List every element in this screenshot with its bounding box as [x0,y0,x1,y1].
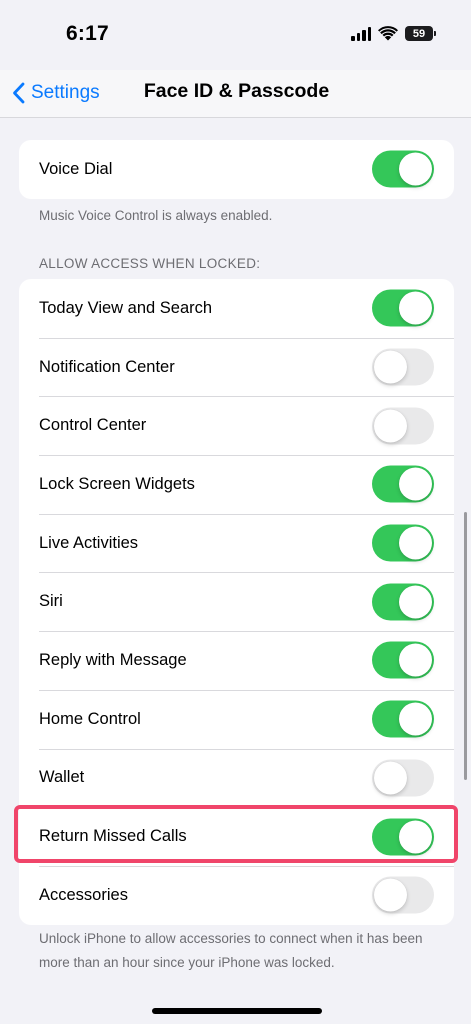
row-label: Today View and Search [39,298,213,317]
row-label: Notification Center [39,357,175,376]
toggle-knob [399,291,432,325]
lock-screen-widgets-toggle[interactable] [372,465,434,503]
settings-row-notification-center: Notification Center [19,337,454,397]
page-title: Face ID & Passcode [143,80,330,102]
return-missed-calls-toggle[interactable] [372,818,434,856]
row-label: Home Control [39,709,141,728]
status-time: 6:17 [66,22,109,45]
status-bar: 6:17 59 [0,0,471,70]
settings-row-siri: Siri [19,572,454,631]
scroll-indicator[interactable] [464,512,467,780]
row-label: Live Activities [39,533,139,552]
voice-dial-group: Voice Dial [19,140,454,199]
wallet-toggle[interactable] [372,759,434,797]
settings-row-wallet: Wallet [19,748,454,808]
toggle-knob [399,585,432,619]
row-label: Accessories [39,885,128,904]
settings-row-live-activities: Live Activities [19,513,454,573]
row-label: Reply with Message [39,650,187,669]
toggle-knob [374,350,407,384]
allow-access-group: Today View and Search Notification Cente… [19,279,454,925]
toggle-knob [399,820,432,854]
toggle-knob [399,702,432,736]
row-label: Siri [39,592,63,611]
status-icons: 59 [351,26,436,41]
settings-row-voice-dial: Voice Dial [19,140,454,199]
reply-with-message-toggle[interactable] [372,641,434,679]
toggle-knob [399,526,432,560]
toggle-knob [374,761,407,795]
row-label: Lock Screen Widgets [39,474,195,493]
control-center-toggle[interactable] [372,407,434,445]
voice-dial-toggle[interactable] [372,150,434,188]
wifi-icon [378,26,398,41]
settings-row-today-view-and-search: Today View and Search [19,279,454,338]
settings-row-lock-screen-widgets: Lock Screen Widgets [19,455,454,514]
navigation-bar: Settings Face ID & Passcode [0,70,471,118]
home-indicator[interactable] [152,1008,322,1014]
settings-row-home-control: Home Control [19,689,454,749]
accessories-toggle[interactable] [372,876,434,914]
cellular-signal-icon [351,26,371,41]
battery-icon: 59 [405,26,436,41]
settings-row-reply-with-message: Reply with Message [19,631,454,690]
today-view-toggle[interactable] [372,289,434,327]
toggle-knob [374,878,407,912]
live-activities-toggle[interactable] [372,524,434,562]
settings-row-accessories: Accessories [19,865,454,925]
voice-dial-footnote: Music Voice Control is always enabled. [39,208,273,223]
toggle-knob [399,152,432,186]
settings-screen: 6:17 59 Settings Face ID & Passcode Voic… [0,0,471,1024]
siri-toggle[interactable] [372,583,434,621]
home-control-toggle[interactable] [372,700,434,738]
toggle-knob [399,643,432,677]
toggle-knob [374,409,407,443]
row-label: Control Center [39,416,147,435]
row-label: Voice Dial [39,159,113,178]
row-label: Return Missed Calls [39,827,187,846]
accessories-footnote: Unlock iPhone to allow accessories to co… [39,931,423,970]
settings-content[interactable]: Voice Dial Music Voice Control is always… [0,118,471,1024]
settings-row-return-missed-calls: Return Missed Calls [19,807,454,866]
settings-row-control-center: Control Center [19,396,454,455]
notification-center-toggle[interactable] [372,348,434,386]
section-header: ALLOW ACCESS WHEN LOCKED: [39,256,261,271]
row-label: Wallet [39,768,85,787]
toggle-knob [399,467,432,501]
